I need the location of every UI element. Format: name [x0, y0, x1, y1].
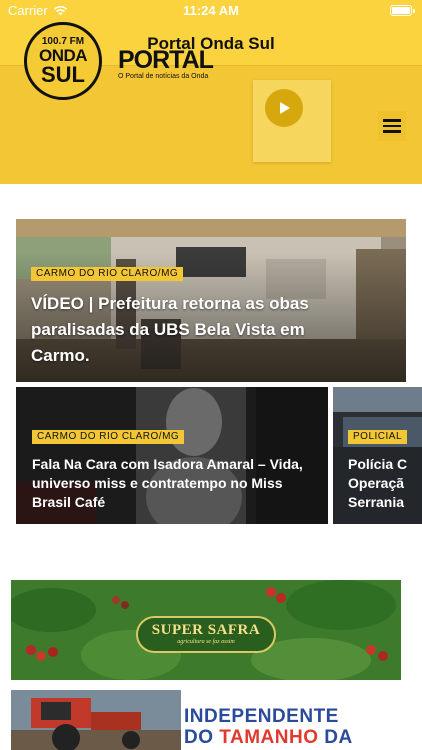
- onda-sul-logo[interactable]: 100.7 FM ONDA SUL: [24, 22, 102, 100]
- independente-ad-banner[interactable]: INDEPENDENTE DO TAMANHO DA: [11, 690, 401, 750]
- super-safra-slogan: agricultura se faz assim: [177, 639, 235, 645]
- portal-wordmark: PORTAL: [118, 46, 214, 74]
- news-card-headline[interactable]: Fala Na Cara com Isadora Amaral – Vida, …: [32, 455, 317, 512]
- app-screen: Carrier 11:24 AM Portal Onda Sul 100.7 F…: [0, 0, 422, 750]
- news-card-headline[interactable]: Polícia C Operaçã Serrania: [348, 455, 422, 512]
- independente-line-1: INDEPENDENTE: [184, 706, 339, 727]
- independente-word-do: DO: [184, 727, 220, 748]
- category-badge[interactable]: CARMO DO RIO CLARO/MG: [32, 430, 185, 444]
- super-safra-badge: SUPER SAFRA agricultura se faz assim: [135, 616, 277, 653]
- play-icon: [280, 102, 290, 114]
- hamburger-icon-bar: [383, 124, 401, 128]
- hamburger-icon-bar: [383, 119, 401, 122]
- independente-line-2: DO TAMANHO DA: [184, 727, 353, 748]
- battery-icon: [390, 5, 415, 16]
- hamburger-icon-bar: [383, 130, 401, 133]
- independente-word-tamanho: TAMANHO: [219, 727, 319, 748]
- logo-name-bottom: SUL: [41, 62, 85, 87]
- play-button[interactable]: [265, 89, 303, 127]
- menu-button[interactable]: [378, 111, 406, 141]
- super-safra-brand: SUPER SAFRA: [151, 622, 261, 638]
- featured-post[interactable]: CARMO DO RIO CLARO/MG VÍDEO | Prefeitura…: [16, 219, 406, 382]
- status-bar: Carrier 11:24 AM: [0, 0, 422, 22]
- featured-headline[interactable]: VÍDEO | Prefeitura retorna as obas paral…: [31, 291, 331, 369]
- super-safra-logo: SUPER SAFRA agricultura se faz assim: [11, 616, 401, 653]
- category-badge[interactable]: POLICIAL: [348, 430, 408, 444]
- category-badge[interactable]: CARMO DO RIO CLARO/MG: [31, 267, 184, 281]
- portal-tagline: O Portal de notícias da Onda: [118, 73, 209, 80]
- news-card[interactable]: POLICIAL Polícia C Operaçã Serrania: [333, 387, 422, 524]
- portal-logo[interactable]: PORTAL O Portal de notícias da Onda: [118, 46, 214, 81]
- independente-headline: INDEPENDENTE DO TAMANHO DA: [184, 706, 353, 748]
- news-card[interactable]: CARMO DO RIO CLARO/MG Fala Na Cara com I…: [16, 387, 328, 524]
- independente-word-da: DA: [318, 727, 353, 748]
- clock: 11:24 AM: [183, 3, 239, 18]
- super-safra-ad-banner[interactable]: SUPER SAFRA agricultura se faz assim: [11, 580, 401, 680]
